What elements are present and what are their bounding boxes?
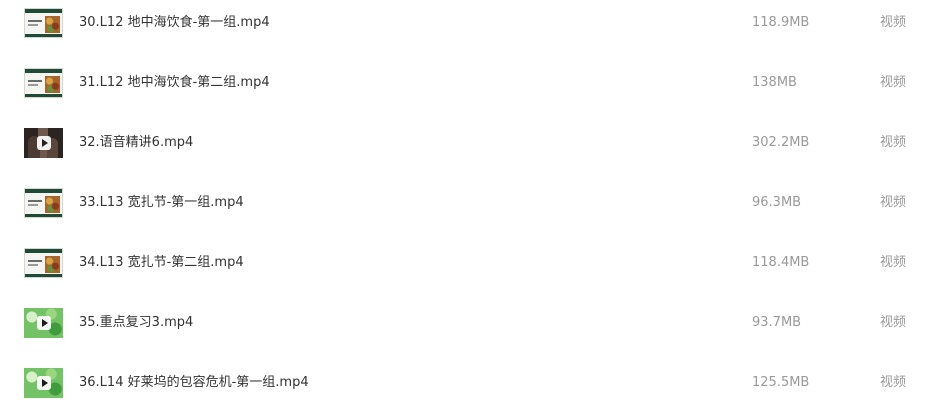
video-thumbnail-icon[interactable] bbox=[24, 128, 63, 158]
video-thumbnail-icon[interactable] bbox=[24, 308, 63, 338]
file-size: 93.7MB bbox=[752, 315, 802, 330]
slide-thumbnail-icon[interactable] bbox=[24, 8, 63, 38]
file-row[interactable]: 35.重点复习3.mp4 93.7MB 视频 bbox=[0, 300, 928, 360]
file-row[interactable]: 32.语音精讲6.mp4 302.2MB 视频 bbox=[0, 120, 928, 180]
slide-thumbnail-icon[interactable] bbox=[24, 188, 63, 218]
play-icon bbox=[37, 316, 51, 330]
file-type: 视频 bbox=[880, 75, 907, 90]
slide-thumbnail-icon[interactable] bbox=[24, 68, 63, 98]
file-size: 302.2MB bbox=[752, 135, 810, 150]
file-row[interactable]: 31.L12 地中海饮食-第二组.mp4 138MB 视频 bbox=[0, 60, 928, 120]
file-type: 视频 bbox=[880, 195, 907, 210]
file-row[interactable]: 36.L14 好莱坞的包容危机-第一组.mp4 125.5MB 视频 bbox=[0, 360, 928, 420]
file-size: 96.3MB bbox=[752, 195, 802, 210]
video-thumbnail-icon[interactable] bbox=[24, 368, 63, 398]
file-size: 118.4MB bbox=[752, 255, 810, 270]
file-size: 138MB bbox=[752, 75, 797, 90]
file-row[interactable]: 34.L13 宽扎节-第二组.mp4 118.4MB 视频 bbox=[0, 240, 928, 300]
file-name[interactable]: 31.L12 地中海饮食-第二组.mp4 bbox=[79, 74, 270, 92]
play-icon bbox=[37, 376, 51, 390]
play-icon bbox=[37, 136, 51, 150]
file-name[interactable]: 33.L13 宽扎节-第一组.mp4 bbox=[79, 194, 244, 212]
file-size: 125.5MB bbox=[752, 375, 810, 390]
file-type: 视频 bbox=[880, 15, 907, 30]
file-name[interactable]: 32.语音精讲6.mp4 bbox=[79, 134, 193, 152]
slide-thumbnail-icon[interactable] bbox=[24, 248, 63, 278]
file-type: 视频 bbox=[880, 315, 907, 330]
file-size: 118.9MB bbox=[752, 15, 810, 30]
file-row[interactable]: 33.L13 宽扎节-第一组.mp4 96.3MB 视频 bbox=[0, 180, 928, 240]
file-name[interactable]: 35.重点复习3.mp4 bbox=[79, 314, 193, 332]
file-name[interactable]: 34.L13 宽扎节-第二组.mp4 bbox=[79, 254, 244, 272]
file-name[interactable]: 36.L14 好莱坞的包容危机-第一组.mp4 bbox=[79, 374, 309, 392]
file-type: 视频 bbox=[880, 255, 907, 270]
file-row[interactable]: 30.L12 地中海饮食-第一组.mp4 118.9MB 视频 bbox=[0, 0, 928, 60]
file-name[interactable]: 30.L12 地中海饮食-第一组.mp4 bbox=[79, 14, 270, 32]
file-list: 30.L12 地中海饮食-第一组.mp4 118.9MB 视频 31.L12 地… bbox=[0, 0, 928, 408]
file-type: 视频 bbox=[880, 375, 907, 390]
file-type: 视频 bbox=[880, 135, 907, 150]
